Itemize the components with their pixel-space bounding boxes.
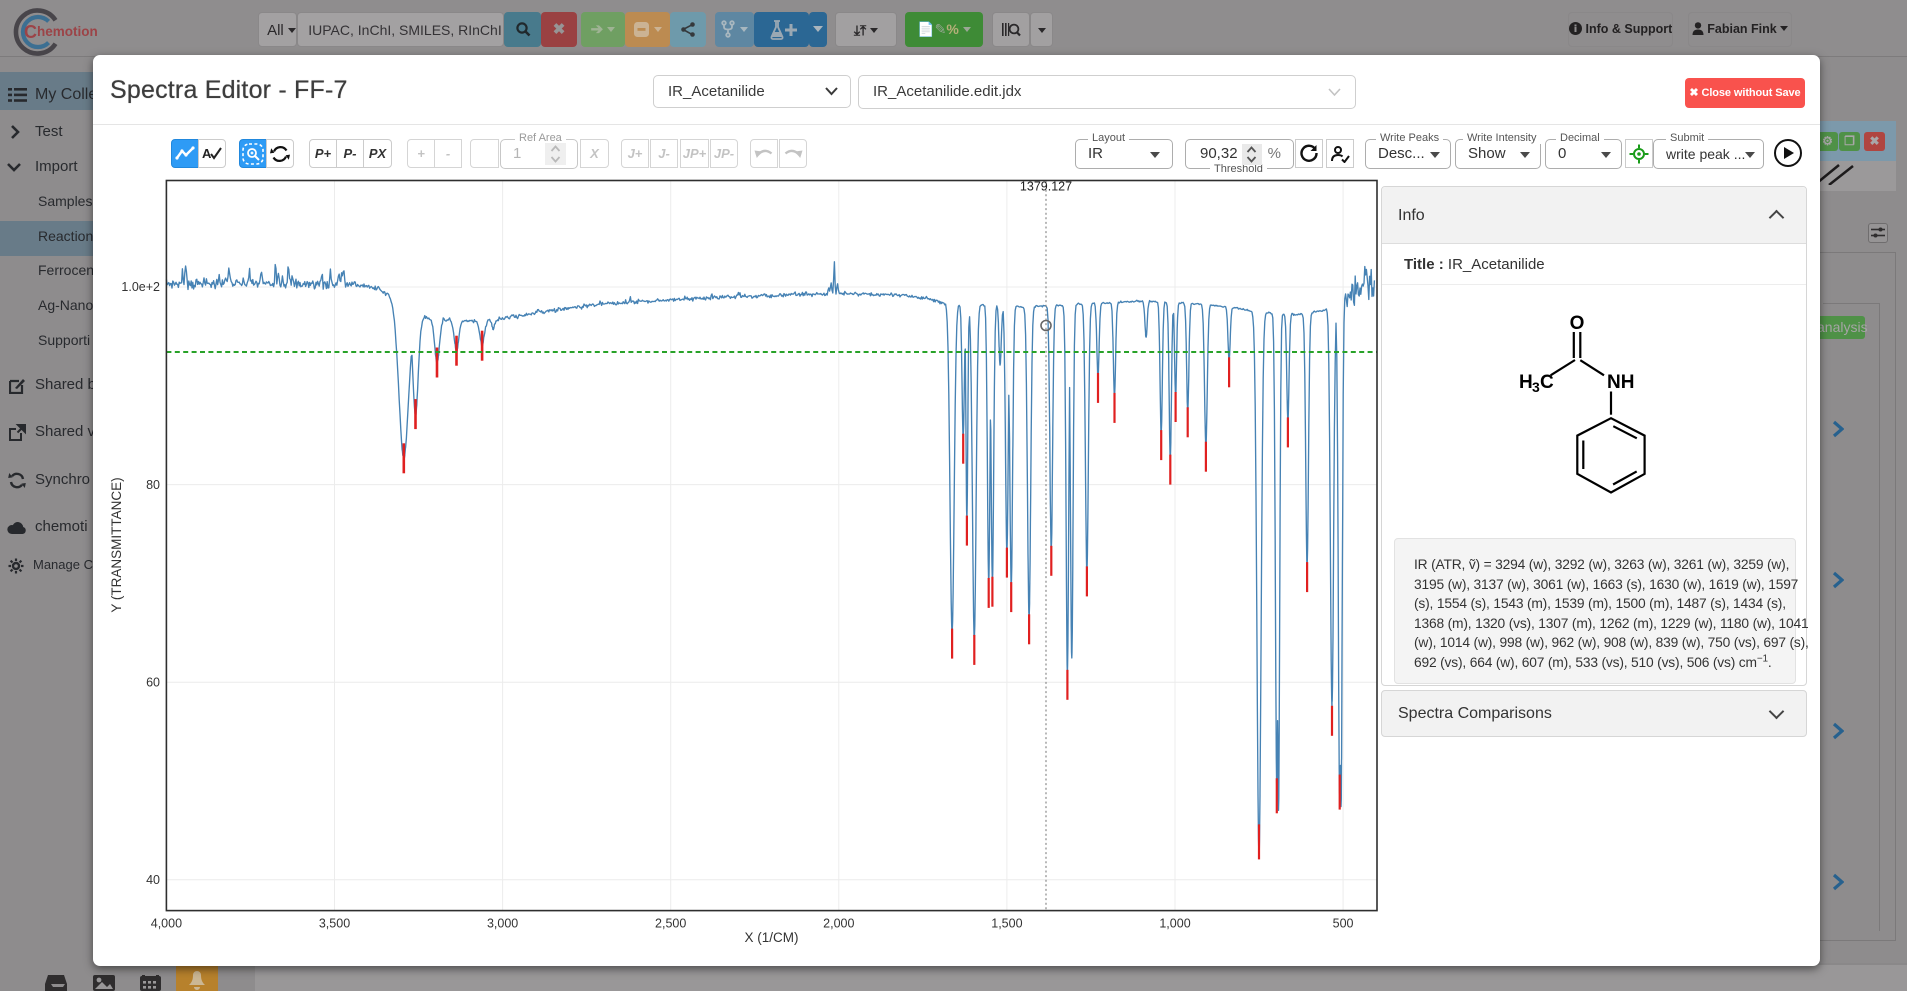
svg-text:2,000: 2,000 [823, 917, 854, 931]
svg-text:80: 80 [146, 478, 160, 492]
svg-text:1,500: 1,500 [991, 917, 1022, 931]
svg-text:40: 40 [146, 873, 160, 887]
svg-text:H: H [1519, 372, 1533, 393]
svg-text:1.0e+2: 1.0e+2 [121, 280, 160, 294]
svg-text:1379.127: 1379.127 [1020, 180, 1072, 194]
svg-text:1,000: 1,000 [1159, 917, 1190, 931]
svg-text:C: C [24, 22, 37, 42]
svg-text:O: O [1570, 313, 1585, 334]
svg-text:60: 60 [146, 675, 160, 689]
svg-text:X (1/CM): X (1/CM) [745, 930, 799, 945]
svg-text:3,500: 3,500 [319, 917, 350, 931]
svg-text:NH: NH [1607, 372, 1634, 393]
svg-text:Y (TRANSMITTANCE): Y (TRANSMITTANCE) [109, 477, 124, 612]
svg-text:2,500: 2,500 [655, 917, 686, 931]
svg-text:500: 500 [1333, 917, 1354, 931]
svg-text:4,000: 4,000 [151, 917, 182, 931]
svg-text:hemotion: hemotion [37, 24, 98, 39]
svg-text:3: 3 [1532, 379, 1540, 395]
svg-text:C: C [1540, 372, 1554, 393]
svg-text:3,000: 3,000 [487, 917, 518, 931]
